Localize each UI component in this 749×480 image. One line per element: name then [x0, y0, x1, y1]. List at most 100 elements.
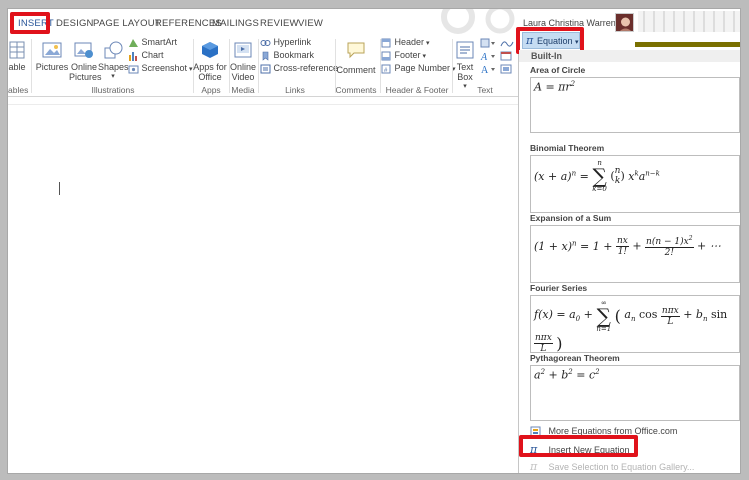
pi-icon: π	[530, 460, 538, 473]
cross-reference-button[interactable]: Cross-reference	[260, 63, 338, 74]
apps-icon	[202, 42, 218, 58]
online-pictures-label-2: Pictures	[69, 72, 102, 82]
bookmark-label: Bookmark	[273, 50, 315, 60]
wordart-button[interactable]: A	[480, 50, 496, 61]
equation-expansion-of-a-sum[interactable]: (1 + x)n = 1 + nx 1! + n(n − 1)x2 2! + ⋯	[530, 225, 740, 283]
ruler-divider	[8, 104, 518, 105]
page-number-icon: #	[381, 64, 391, 74]
group-apps: Apps	[201, 85, 221, 95]
smartart-icon	[129, 38, 138, 47]
table-label: able	[8, 62, 26, 72]
equation-title-expansion-of-a-sum: Expansion of a Sum	[530, 213, 612, 223]
screenshot-label: Screenshot	[141, 63, 188, 73]
online-pictures-icon	[74, 42, 93, 58]
shapes-icon	[104, 41, 123, 59]
header-button[interactable]: Header ▾	[381, 37, 430, 48]
signature-icon	[500, 41, 514, 47]
cross-reference-icon	[260, 64, 271, 74]
tab-design[interactable]: DESIGN	[56, 18, 94, 29]
screenshot-icon	[128, 65, 139, 74]
tab-page-layout[interactable]: PAGE LAYOUT	[93, 18, 161, 29]
signature-line-button[interactable]	[500, 37, 514, 48]
online-pictures-label-1: Online	[70, 62, 97, 72]
hyperlink-label: Hyperlink	[273, 37, 312, 47]
comment-icon	[347, 42, 365, 59]
group-text: Text	[477, 85, 493, 95]
quick-parts-icon	[480, 38, 495, 48]
cross-reference-label: Cross-reference	[273, 63, 339, 73]
comment-label: Comment	[336, 65, 376, 75]
chevron-down-icon: ▾	[111, 73, 115, 80]
text-box-label-1: Text	[456, 62, 474, 72]
tab-mailings[interactable]: MAILINGS	[212, 18, 259, 29]
text-box-label-2: Box	[457, 72, 473, 82]
page-number-button[interactable]: # Page Number ▾	[381, 63, 456, 74]
hyperlink-button[interactable]: Hyperlink	[260, 37, 311, 48]
equation-area-of-circle[interactable]: A = πr2	[530, 77, 740, 133]
smartart-button[interactable]: SmartArt	[128, 37, 177, 48]
bookmark-button[interactable]: Bookmark	[260, 50, 314, 61]
group-comments: Comments	[335, 85, 377, 95]
quick-parts-button[interactable]	[480, 37, 496, 48]
built-in-section-header: Built-In	[519, 50, 740, 62]
footer-label: Footer	[394, 50, 421, 60]
text-cursor	[59, 182, 60, 195]
date-time-button[interactable]	[500, 50, 514, 61]
equation-pythagorean-theorem[interactable]: a2 + b2 = c2	[530, 365, 740, 421]
pictures-icon	[42, 42, 62, 58]
separator	[31, 39, 32, 93]
word-window: INSERT DESIGN PAGE LAYOUT REFERENCES MAI…	[7, 8, 741, 474]
calendar-icon	[500, 51, 512, 61]
equation-gallery: π Equation ▾ Built-In Area of Circle A =…	[516, 27, 740, 473]
decorative-pattern	[441, 9, 515, 34]
tab-review[interactable]: REVIEW	[260, 18, 299, 29]
wordart-icon: A	[480, 52, 495, 61]
accent-strip	[635, 42, 740, 47]
header-label: Header	[394, 37, 425, 47]
equation-title-fourier-series: Fourier Series	[530, 283, 588, 293]
group-links: Links	[285, 85, 305, 95]
insert-ribbon: able ables Pictures Online Pictures Shap…	[8, 35, 518, 97]
svg-text:A: A	[481, 65, 489, 74]
comment-button[interactable]: Comment	[334, 41, 378, 75]
smartart-label: SmartArt	[141, 37, 178, 47]
hyperlink-icon	[260, 39, 271, 46]
online-video-label-1: Online	[229, 62, 256, 72]
page-number-label: Page Number	[394, 63, 451, 73]
save-selection-label: Save Selection to Equation Gallery...	[548, 462, 695, 472]
footer-button[interactable]: Footer ▾	[381, 50, 426, 61]
online-pictures-button[interactable]: Online Pictures	[69, 41, 102, 82]
equation-title-pythagorean-theorem: Pythagorean Theorem	[530, 353, 620, 363]
chart-button[interactable]: Chart	[128, 50, 164, 61]
chart-label: Chart	[141, 50, 164, 60]
group-header-footer: Header & Footer	[385, 85, 449, 95]
object-button[interactable]	[500, 63, 514, 74]
insert-new-equation-highlight	[519, 435, 638, 457]
table-icon	[9, 41, 25, 59]
table-button[interactable]: able	[8, 41, 26, 72]
online-video-button[interactable]: Online Video	[228, 41, 258, 82]
pictures-label: Pictures	[35, 62, 69, 72]
screenshot-button[interactable]: Screenshot ▾	[128, 63, 193, 74]
drop-cap-button[interactable]: A	[480, 63, 496, 74]
group-tables: ables	[8, 85, 29, 95]
video-icon	[234, 42, 252, 58]
equation-binomial-theorem[interactable]: (x + a)n = n ∑ k=0 (n k) xkan−k	[530, 155, 740, 213]
shapes-button[interactable]: Shapes ▾	[98, 41, 129, 82]
tab-view[interactable]: VIEW	[298, 18, 323, 29]
object-icon	[500, 64, 512, 74]
pictures-button[interactable]: Pictures	[34, 41, 70, 72]
avatar[interactable]	[615, 13, 634, 32]
text-box-icon	[456, 41, 474, 59]
header-icon	[381, 38, 391, 48]
apps-label-1: Apps for	[193, 62, 227, 72]
footer-icon	[381, 51, 391, 61]
apps-for-office-button[interactable]: Apps for Office	[192, 41, 228, 82]
chart-icon	[129, 51, 137, 61]
apps-label-2: Office	[198, 72, 222, 82]
bookmark-icon	[262, 51, 269, 61]
equation-fourier-series[interactable]: f(x) = a0 + ∞ ∑ n=1 ( an cos nπx L + bn sin…	[530, 295, 740, 354]
document-page[interactable]	[8, 98, 518, 473]
svg-text:A: A	[480, 52, 488, 61]
separator	[258, 39, 259, 93]
